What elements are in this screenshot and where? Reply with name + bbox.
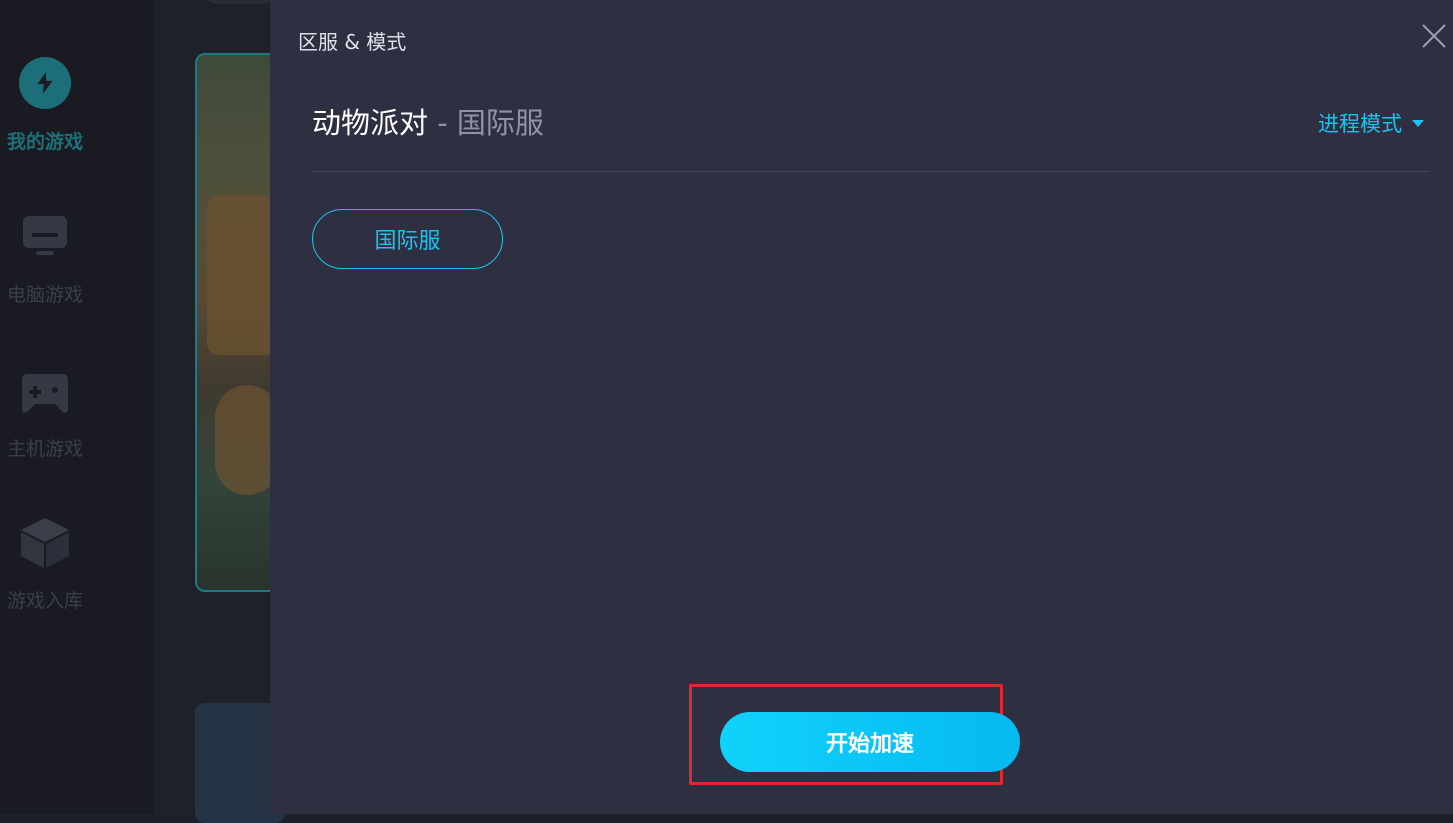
gamepad-icon [19,364,71,416]
sidebar-item-my-games[interactable]: 我的游戏 [0,57,90,154]
sidebar-item-label: 主机游戏 [6,438,83,460]
title-separator: - [437,106,448,140]
mode-dropdown-label: 进程模式 [1318,112,1402,136]
game-name: 动物派对 [312,106,429,140]
monitor-icon [19,210,71,262]
caret-down-icon [1412,119,1424,127]
sidebar-item-label: 游戏入库 [6,590,83,612]
mode-dropdown[interactable]: 进程模式 [1318,108,1424,138]
divider [312,171,1429,172]
sidebar-item-console-games[interactable]: 主机游戏 [0,364,90,461]
close-icon [1422,24,1446,48]
sidebar-item-label: 我的游戏 [6,131,83,153]
game-title: 动物派对 - 国际服 [312,100,544,142]
sidebar-item-game-library[interactable]: 游戏入库 [0,516,90,613]
region-mode-panel: 区服 & 模式 动物派对 - 国际服 进程模式 国际服 开始加速 [270,0,1453,814]
sidebar: 我的游戏 电脑游戏 主机游戏 游戏入库 [0,0,153,814]
start-acceleration-button[interactable]: 开始加速 [720,712,1020,772]
close-button[interactable] [1420,22,1448,50]
cube-icon [19,516,71,568]
panel-title: 区服 & 模式 [298,30,407,54]
server-option-international[interactable]: 国际服 [312,209,503,269]
lightning-icon [19,57,71,109]
background-search-bar [205,0,275,4]
sidebar-item-pc-games[interactable]: 电脑游戏 [0,210,90,307]
sidebar-item-label: 电脑游戏 [6,284,83,306]
selected-region: 国际服 [456,106,544,140]
